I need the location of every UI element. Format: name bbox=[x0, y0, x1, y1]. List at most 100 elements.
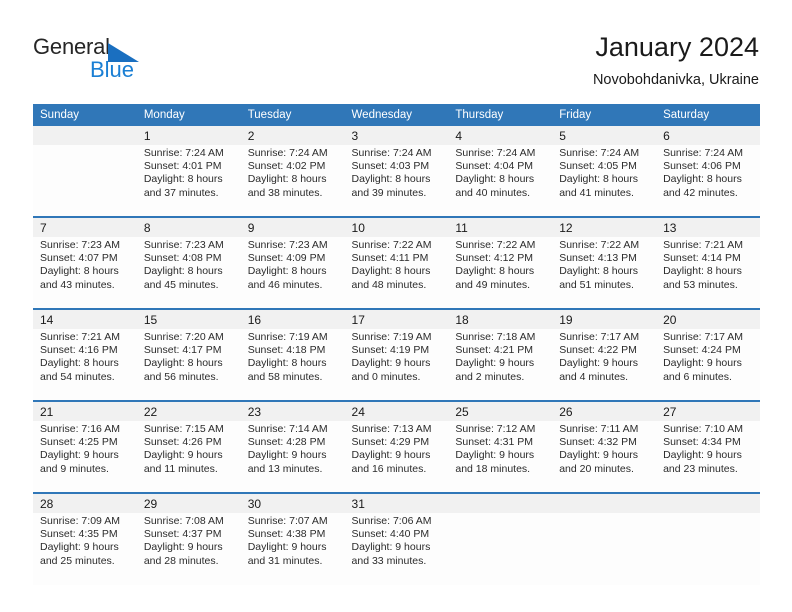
day-daylight2-text: and 41 minutes. bbox=[559, 186, 634, 199]
week-daynumber-row: 21 22 23 24 25 26 27 bbox=[33, 400, 760, 421]
day-number[interactable]: 16 bbox=[240, 308, 345, 329]
day-cell[interactable]: Sunrise: 7:14 AM Sunset: 4:28 PM Daylight:… bbox=[240, 421, 345, 493]
day-cell[interactable]: Sunrise: 7:24 AM Sunset: 4:04 PM Daylight:… bbox=[448, 145, 553, 217]
day-cell[interactable]: Sunrise: 7:21 AM Sunset: 4:14 PM Daylight:… bbox=[656, 237, 760, 309]
day-sunrise-text: Sunrise: 7:22 AM bbox=[559, 239, 640, 251]
week-info-row: Sunrise: 7:23 AM Sunset: 4:07 PM Daylight:… bbox=[33, 237, 760, 309]
day-sunrise-text: Sunrise: 7:21 AM bbox=[663, 239, 744, 251]
day-number[interactable]: 12 bbox=[552, 216, 657, 237]
day-number[interactable]: 29 bbox=[136, 492, 241, 513]
day-daylight1-text: Daylight: 9 hours bbox=[351, 541, 431, 554]
day-cell[interactable]: Sunrise: 7:13 AM Sunset: 4:29 PM Daylight:… bbox=[344, 421, 449, 493]
day-daylight2-text: and 16 minutes. bbox=[351, 462, 427, 475]
day-cell[interactable]: Sunrise: 7:19 AM Sunset: 4:19 PM Daylight:… bbox=[344, 329, 449, 401]
day-cell[interactable]: Sunrise: 7:16 AM Sunset: 4:25 PM Daylight:… bbox=[33, 421, 137, 493]
day-number[interactable]: 4 bbox=[448, 126, 553, 145]
day-cell[interactable]: Sunrise: 7:23 AM Sunset: 4:07 PM Daylight:… bbox=[33, 237, 137, 309]
day-number[interactable]: 23 bbox=[240, 400, 345, 421]
day-number[interactable]: 19 bbox=[552, 308, 657, 329]
day-daylight1-text: Daylight: 9 hours bbox=[40, 541, 119, 554]
calendar-page: General Blue January 2024 Novobohdanivka… bbox=[0, 0, 792, 612]
day-cell[interactable]: Sunrise: 7:19 AM Sunset: 4:18 PM Daylight:… bbox=[240, 329, 345, 401]
day-sunrise-text: Sunrise: 7:19 AM bbox=[247, 331, 328, 343]
day-daylight1-text: Daylight: 9 hours bbox=[247, 449, 327, 462]
day-number[interactable]: 3 bbox=[344, 126, 449, 145]
day-number[interactable]: 17 bbox=[344, 308, 449, 329]
day-daylight1-text: Daylight: 8 hours bbox=[247, 173, 327, 186]
day-daylight2-text: and 54 minutes. bbox=[40, 370, 115, 383]
day-sunset-text: Sunset: 4:16 PM bbox=[40, 344, 118, 357]
day-number[interactable]: 1 bbox=[136, 126, 241, 145]
day-number[interactable]: 28 bbox=[33, 492, 137, 513]
day-daylight1-text: Daylight: 8 hours bbox=[559, 173, 639, 186]
day-sunrise-text: Sunrise: 7:10 AM bbox=[663, 423, 744, 435]
day-cell[interactable]: Sunrise: 7:24 AM Sunset: 4:01 PM Daylight:… bbox=[136, 145, 241, 217]
day-cell[interactable]: Sunrise: 7:18 AM Sunset: 4:21 PM Daylight:… bbox=[448, 329, 553, 401]
day-cell[interactable]: Sunrise: 7:23 AM Sunset: 4:08 PM Daylight:… bbox=[136, 237, 241, 309]
day-number[interactable]: 9 bbox=[240, 216, 345, 237]
day-daylight1-text: Daylight: 8 hours bbox=[351, 265, 431, 278]
day-number[interactable]: 14 bbox=[33, 308, 137, 329]
day-number[interactable]: 5 bbox=[552, 126, 657, 145]
day-number[interactable]: 18 bbox=[448, 308, 553, 329]
day-sunset-text: Sunset: 4:21 PM bbox=[455, 344, 534, 357]
day-cell[interactable]: Sunrise: 7:21 AM Sunset: 4:16 PM Daylight:… bbox=[33, 329, 137, 401]
day-cell[interactable]: Sunrise: 7:10 AM Sunset: 4:34 PM Daylight:… bbox=[656, 421, 760, 493]
day-number[interactable]: 20 bbox=[656, 308, 760, 329]
day-number[interactable]: 8 bbox=[136, 216, 241, 237]
day-number[interactable]: 25 bbox=[448, 400, 553, 421]
day-number[interactable]: 21 bbox=[33, 400, 137, 421]
day-number[interactable]: 24 bbox=[344, 400, 449, 421]
day-sunset-text: Sunset: 4:37 PM bbox=[143, 528, 222, 541]
day-number[interactable]: 15 bbox=[136, 308, 241, 329]
day-daylight2-text: and 4 minutes. bbox=[559, 370, 629, 383]
day-number[interactable]: 10 bbox=[344, 216, 449, 237]
day-number[interactable]: 31 bbox=[344, 492, 449, 513]
day-daylight1-text: Daylight: 8 hours bbox=[247, 265, 327, 278]
week-info-row: Sunrise: 7:16 AM Sunset: 4:25 PM Daylight:… bbox=[33, 421, 760, 493]
day-number[interactable]: 26 bbox=[552, 400, 657, 421]
day-daylight2-text: and 39 minutes. bbox=[351, 186, 427, 199]
week-daynumber-row: 14 15 16 17 18 19 20 bbox=[33, 308, 760, 329]
day-daylight2-text: and 9 minutes. bbox=[40, 462, 109, 475]
day-sunrise-text: Sunrise: 7:12 AM bbox=[455, 423, 536, 435]
day-daylight2-text: and 40 minutes. bbox=[455, 186, 531, 199]
day-number[interactable]: 30 bbox=[240, 492, 345, 513]
day-sunset-text: Sunset: 4:02 PM bbox=[247, 160, 326, 173]
day-cell[interactable]: Sunrise: 7:24 AM Sunset: 4:05 PM Daylight:… bbox=[552, 145, 657, 217]
day-cell[interactable]: Sunrise: 7:07 AM Sunset: 4:38 PM Daylight:… bbox=[240, 513, 345, 585]
day-cell[interactable]: Sunrise: 7:06 AM Sunset: 4:40 PM Daylight:… bbox=[344, 513, 449, 585]
day-sunset-text: Sunset: 4:01 PM bbox=[143, 160, 222, 173]
day-sunrise-text: Sunrise: 7:15 AM bbox=[143, 423, 224, 435]
day-number[interactable]: 6 bbox=[656, 126, 760, 145]
day-number[interactable]: 27 bbox=[656, 400, 760, 421]
day-cell[interactable]: Sunrise: 7:09 AM Sunset: 4:35 PM Daylight:… bbox=[33, 513, 137, 585]
day-sunrise-text: Sunrise: 7:22 AM bbox=[351, 239, 432, 251]
day-daylight2-text: and 23 minutes. bbox=[663, 462, 738, 475]
day-number[interactable]: 22 bbox=[136, 400, 241, 421]
day-cell[interactable]: Sunrise: 7:23 AM Sunset: 4:09 PM Daylight:… bbox=[240, 237, 345, 309]
day-cell[interactable]: Sunrise: 7:24 AM Sunset: 4:03 PM Daylight:… bbox=[344, 145, 449, 217]
day-cell[interactable]: Sunrise: 7:22 AM Sunset: 4:11 PM Daylight:… bbox=[344, 237, 449, 309]
day-number[interactable]: 2 bbox=[240, 126, 345, 145]
day-cell[interactable]: Sunrise: 7:20 AM Sunset: 4:17 PM Daylight:… bbox=[136, 329, 241, 401]
day-number[interactable]: 11 bbox=[448, 216, 553, 237]
day-cell[interactable]: Sunrise: 7:24 AM Sunset: 4:06 PM Daylight:… bbox=[656, 145, 760, 217]
day-cell[interactable]: Sunrise: 7:08 AM Sunset: 4:37 PM Daylight:… bbox=[136, 513, 241, 585]
day-number[interactable]: 7 bbox=[33, 216, 137, 237]
day-cell[interactable]: Sunrise: 7:22 AM Sunset: 4:13 PM Daylight:… bbox=[552, 237, 657, 309]
day-cell[interactable]: Sunrise: 7:11 AM Sunset: 4:32 PM Daylight:… bbox=[552, 421, 657, 493]
day-cell[interactable]: Sunrise: 7:17 AM Sunset: 4:22 PM Daylight:… bbox=[552, 329, 657, 401]
day-cell[interactable]: Sunrise: 7:24 AM Sunset: 4:02 PM Daylight:… bbox=[240, 145, 345, 217]
day-cell[interactable]: Sunrise: 7:15 AM Sunset: 4:26 PM Daylight:… bbox=[136, 421, 241, 493]
day-cell[interactable]: Sunrise: 7:12 AM Sunset: 4:31 PM Daylight:… bbox=[448, 421, 553, 493]
day-cell[interactable]: Sunrise: 7:17 AM Sunset: 4:24 PM Daylight:… bbox=[656, 329, 760, 401]
day-sunrise-text: Sunrise: 7:13 AM bbox=[351, 423, 432, 435]
page-header: General Blue January 2024 Novobohdanivka… bbox=[0, 0, 792, 100]
day-sunset-text: Sunset: 4:25 PM bbox=[40, 436, 118, 449]
day-number[interactable]: 13 bbox=[656, 216, 760, 237]
day-daylight2-text: and 37 minutes. bbox=[143, 186, 219, 199]
day-daylight1-text: Daylight: 9 hours bbox=[351, 357, 431, 370]
day-cell-empty bbox=[552, 513, 657, 585]
day-cell[interactable]: Sunrise: 7:22 AM Sunset: 4:12 PM Daylight:… bbox=[448, 237, 553, 309]
